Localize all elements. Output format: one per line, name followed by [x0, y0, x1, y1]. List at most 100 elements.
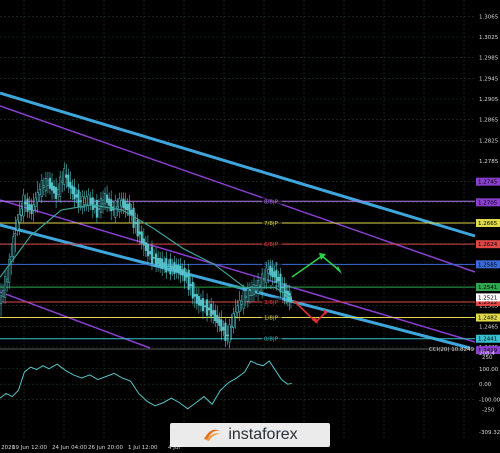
candle-body — [224, 322, 227, 341]
candle-body — [46, 179, 49, 186]
candle-body — [144, 242, 147, 251]
candle-body — [89, 197, 92, 205]
candle-body — [222, 326, 225, 331]
candle-body — [18, 214, 21, 223]
cci-axis-mark: -250 — [482, 408, 495, 414]
candle-body — [152, 257, 156, 259]
candle-body — [101, 199, 105, 205]
murrey-marker-label: 8/8|P — [264, 199, 279, 205]
time-tick-label: 19 Jun 12:00 — [12, 445, 47, 451]
candle-body — [201, 298, 205, 312]
candle-body — [275, 269, 278, 283]
candle-body — [148, 251, 151, 255]
candle-body — [106, 194, 109, 203]
candle-body — [73, 187, 76, 200]
candle-body — [67, 174, 70, 187]
candle-body — [185, 275, 188, 278]
candle-body — [140, 231, 143, 244]
candle-body — [110, 199, 113, 212]
candle-body — [2, 289, 5, 297]
candle-body — [259, 284, 262, 287]
candle-body — [0, 295, 3, 305]
candle-body — [155, 253, 158, 267]
candle-body — [240, 300, 243, 305]
cci-indicator-label: CCI(20) 10.8249 — [429, 347, 475, 353]
candle-body — [246, 288, 249, 302]
cci-tick-label: -100.00 — [479, 398, 500, 404]
candle-body — [161, 258, 164, 269]
candle-body — [28, 204, 31, 211]
candle-body — [214, 310, 217, 322]
cci-tick-label: 100.00 — [479, 367, 499, 373]
candle-body — [203, 305, 207, 308]
candle-body — [53, 186, 56, 194]
murrey-marker-label: 0/8|P — [264, 337, 279, 343]
candle-body — [220, 319, 223, 332]
candle-body — [24, 202, 27, 205]
candle-body — [36, 192, 39, 203]
price-tag-label: 1.2745 — [478, 180, 498, 186]
candle-body — [193, 294, 196, 297]
candle-body — [228, 324, 231, 343]
candle-body — [136, 219, 139, 237]
candle-body — [173, 261, 176, 274]
candle-body — [242, 290, 245, 309]
candle-body — [210, 303, 213, 317]
candle-body — [16, 219, 19, 231]
candle-body — [167, 265, 170, 267]
candle-body — [122, 198, 125, 209]
candle-body — [40, 179, 43, 197]
candle-body — [134, 221, 137, 225]
price-tick-label: 1.3065 — [479, 14, 499, 20]
candle-body — [261, 273, 264, 293]
candle-body — [77, 189, 80, 208]
price-tick-label: 1.2465 — [479, 324, 499, 330]
candle-body — [26, 198, 29, 212]
candle-body — [71, 185, 74, 195]
candle-body — [257, 280, 260, 294]
murrey-marker-label: 3/8|P — [264, 300, 279, 306]
time-tick-label: 1 Jul 12:00 — [128, 445, 158, 451]
candle-body — [216, 314, 219, 323]
cci-tick-label: 0.00 — [479, 382, 492, 388]
candle-body — [183, 267, 186, 281]
candle-body — [212, 310, 215, 315]
candle-body — [8, 259, 11, 283]
candle-body — [159, 257, 162, 267]
candle-body — [83, 197, 86, 205]
candle-body — [252, 284, 256, 295]
candle-body — [263, 278, 266, 281]
candle-body — [87, 194, 90, 206]
candle-body — [265, 267, 268, 283]
candle-body — [179, 265, 182, 276]
candle-body — [163, 262, 166, 268]
candle-body — [42, 185, 45, 188]
current-price-label: 1.2521 — [478, 295, 497, 301]
chart-canvas: 8/8|P7/8|P6/8|P5/8|P4/8|P3/8|P1/8|P0/8|P… — [0, 0, 500, 453]
candle-body — [165, 258, 168, 273]
candle-body — [48, 177, 52, 189]
candle-body — [169, 258, 172, 275]
candle-body — [104, 193, 107, 205]
cci-tick-label: -309.3221 — [479, 430, 500, 436]
price-tag-label: 1.2541 — [478, 285, 497, 291]
price-tick-label: 1.2825 — [479, 138, 499, 144]
candle-body — [97, 208, 100, 210]
candle-body — [206, 299, 209, 316]
price-tag-label: 1.2585 — [478, 262, 498, 268]
candle-body — [116, 206, 119, 209]
candle-body — [85, 196, 88, 205]
candle-body — [124, 200, 127, 210]
candle-body — [283, 283, 286, 299]
candle-body — [30, 204, 33, 214]
brand-name: instaforex — [228, 426, 298, 443]
candle-body — [22, 194, 25, 217]
candle-body — [99, 197, 103, 213]
candle-body — [273, 271, 276, 278]
candle-body — [230, 326, 233, 328]
price-tick-label: 1.2985 — [479, 56, 499, 62]
candle-body — [281, 286, 284, 289]
price-tag-label: 1.2482 — [478, 316, 497, 322]
candle-body — [208, 307, 211, 311]
candle-body — [61, 180, 64, 183]
